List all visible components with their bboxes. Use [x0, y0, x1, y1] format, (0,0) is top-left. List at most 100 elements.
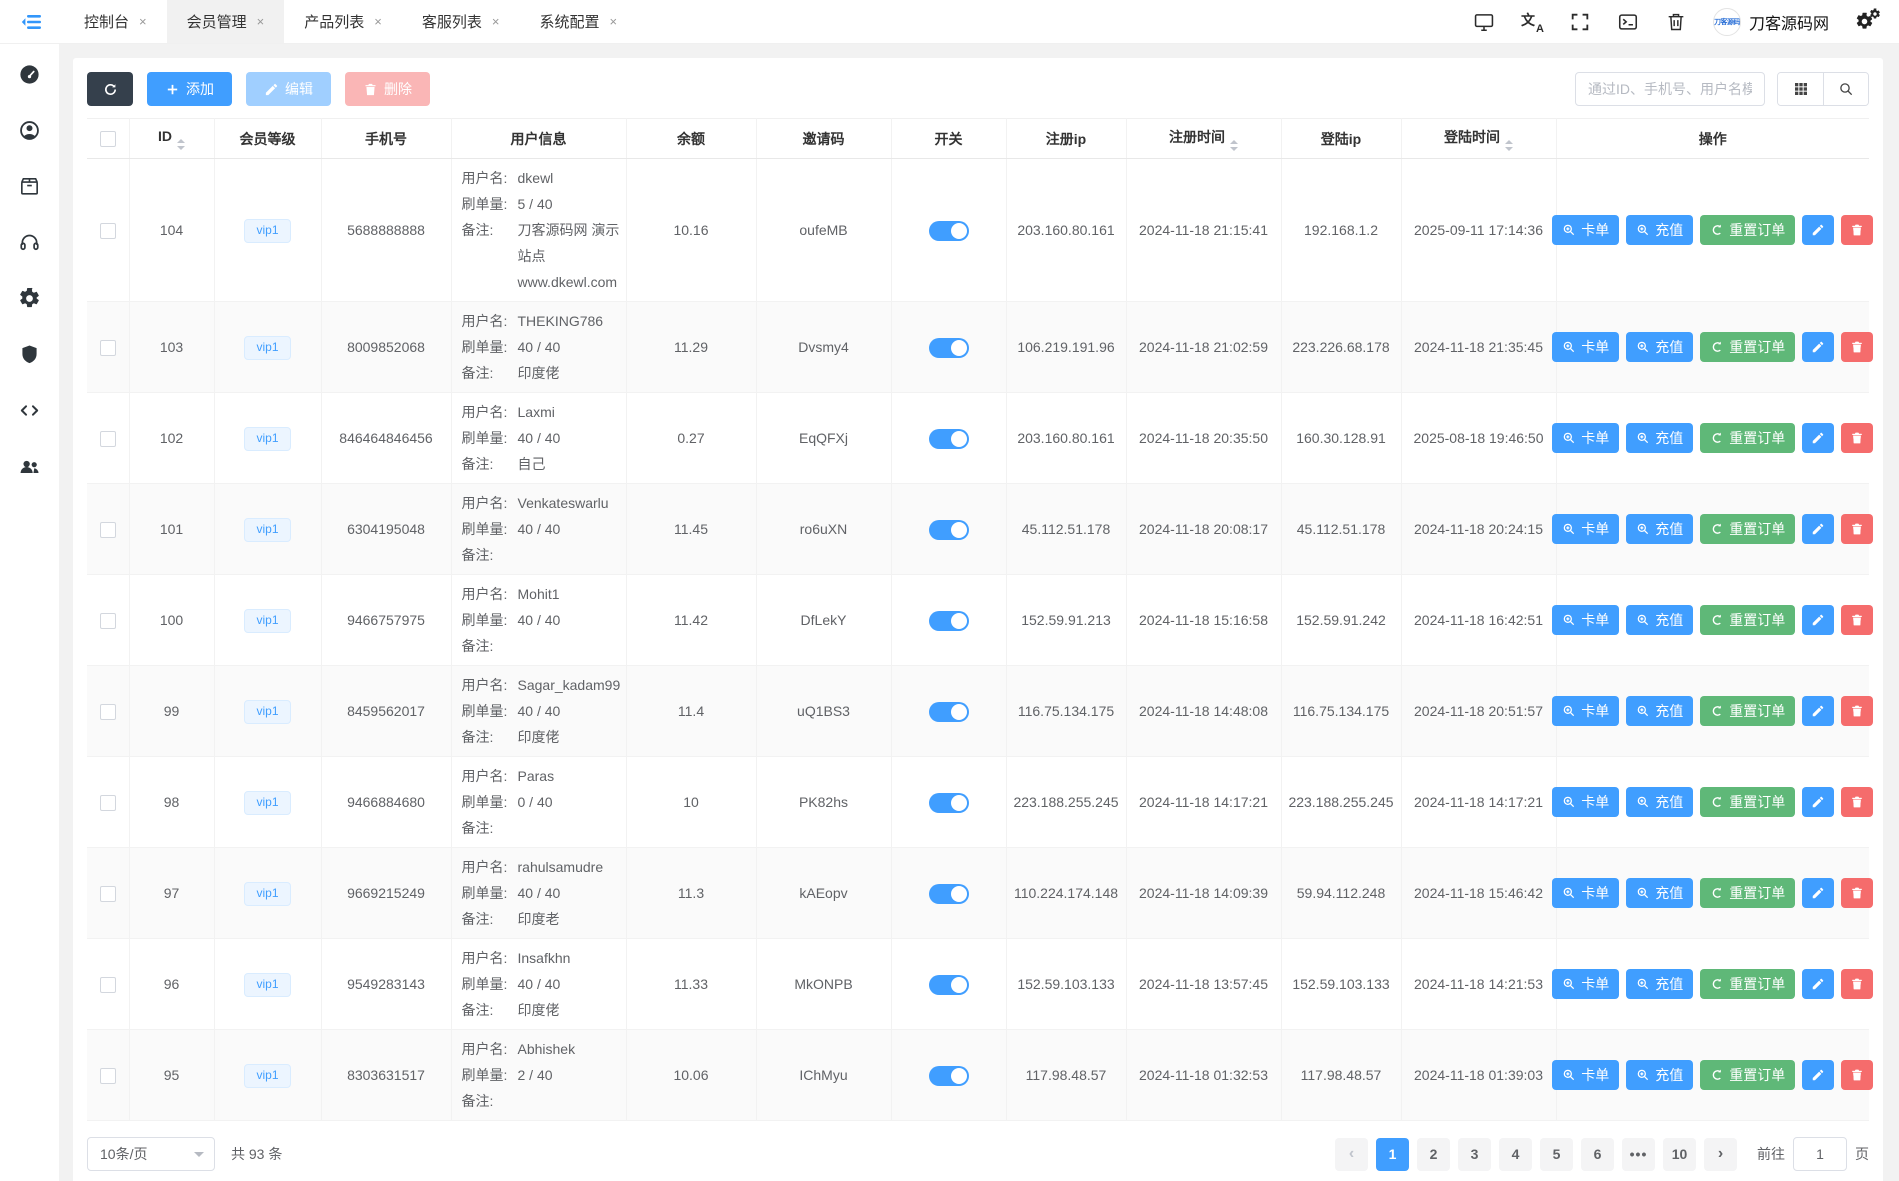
tab-item[interactable]: 会员管理×	[167, 0, 285, 43]
tab-close-icon[interactable]: ×	[374, 15, 382, 28]
search-input[interactable]	[1575, 72, 1765, 106]
row-checkbox[interactable]	[100, 1068, 116, 1084]
page-button[interactable]: 4	[1499, 1138, 1532, 1171]
row-checkbox[interactable]	[100, 795, 116, 811]
edit-row-button[interactable]	[1802, 1060, 1834, 1090]
card-order-button[interactable]: 卡单	[1552, 605, 1619, 635]
delete-button-disabled[interactable]: 删除	[345, 72, 430, 106]
recharge-button[interactable]: 充值	[1626, 605, 1693, 635]
delete-row-button[interactable]	[1841, 878, 1873, 908]
support-icon[interactable]	[10, 226, 50, 258]
reset-orders-button[interactable]: 重置订单	[1700, 1060, 1795, 1090]
status-toggle[interactable]	[929, 611, 969, 631]
reset-orders-button[interactable]: 重置订单	[1700, 215, 1795, 245]
page-ellipsis[interactable]: •••	[1622, 1138, 1655, 1171]
recharge-button[interactable]: 充值	[1626, 787, 1693, 817]
delete-row-button[interactable]	[1841, 514, 1873, 544]
code-icon[interactable]	[10, 394, 50, 426]
next-page-button[interactable]: ›	[1704, 1138, 1737, 1171]
member-icon[interactable]	[10, 114, 50, 146]
refresh-button[interactable]	[87, 72, 133, 106]
edit-row-button[interactable]	[1802, 878, 1834, 908]
row-checkbox[interactable]	[100, 340, 116, 356]
reset-orders-button[interactable]: 重置订单	[1700, 605, 1795, 635]
card-order-button[interactable]: 卡单	[1552, 215, 1619, 245]
sort-icon[interactable]	[1230, 140, 1238, 151]
recharge-button[interactable]: 充值	[1626, 1060, 1693, 1090]
edit-button-disabled[interactable]: 编辑	[246, 72, 331, 106]
settings-gears-icon[interactable]	[1855, 10, 1881, 34]
delete-row-button[interactable]	[1841, 969, 1873, 999]
edit-row-button[interactable]	[1802, 423, 1834, 453]
status-toggle[interactable]	[929, 429, 969, 449]
page-button[interactable]: 1	[1376, 1138, 1409, 1171]
tab-close-icon[interactable]: ×	[139, 15, 147, 28]
card-order-button[interactable]: 卡单	[1552, 514, 1619, 544]
status-toggle[interactable]	[929, 884, 969, 904]
row-checkbox[interactable]	[100, 431, 116, 447]
status-toggle[interactable]	[929, 338, 969, 358]
card-order-button[interactable]: 卡单	[1552, 969, 1619, 999]
columns-grid-button[interactable]	[1778, 73, 1823, 105]
prev-page-button[interactable]: ‹	[1335, 1138, 1368, 1171]
page-button[interactable]: 5	[1540, 1138, 1573, 1171]
tab-close-icon[interactable]: ×	[257, 15, 265, 28]
brand[interactable]: 刀客源码 刀客源码网	[1713, 8, 1829, 36]
recharge-button[interactable]: 充值	[1626, 514, 1693, 544]
card-order-button[interactable]: 卡单	[1552, 332, 1619, 362]
delete-row-button[interactable]	[1841, 423, 1873, 453]
card-order-button[interactable]: 卡单	[1552, 423, 1619, 453]
delete-row-button[interactable]	[1841, 787, 1873, 817]
page-button[interactable]: 2	[1417, 1138, 1450, 1171]
recharge-button[interactable]: 充值	[1626, 215, 1693, 245]
delete-row-button[interactable]	[1841, 605, 1873, 635]
row-checkbox[interactable]	[100, 704, 116, 720]
select-all-checkbox[interactable]	[100, 131, 116, 147]
recharge-button[interactable]: 充值	[1626, 969, 1693, 999]
card-order-button[interactable]: 卡单	[1552, 696, 1619, 726]
recharge-button[interactable]: 充值	[1626, 332, 1693, 362]
status-toggle[interactable]	[929, 520, 969, 540]
recharge-button[interactable]: 充值	[1626, 696, 1693, 726]
row-checkbox[interactable]	[100, 886, 116, 902]
delete-row-button[interactable]	[1841, 332, 1873, 362]
edit-row-button[interactable]	[1802, 514, 1834, 544]
status-toggle[interactable]	[929, 975, 969, 995]
reset-orders-button[interactable]: 重置订单	[1700, 332, 1795, 362]
reset-orders-button[interactable]: 重置订单	[1700, 514, 1795, 544]
edit-row-button[interactable]	[1802, 969, 1834, 999]
tab-close-icon[interactable]: ×	[609, 15, 617, 28]
product-icon[interactable]	[10, 170, 50, 202]
fullscreen-icon[interactable]	[1569, 11, 1591, 33]
edit-row-button[interactable]	[1802, 696, 1834, 726]
edit-row-button[interactable]	[1802, 215, 1834, 245]
row-checkbox[interactable]	[100, 522, 116, 538]
settings-icon[interactable]	[10, 282, 50, 314]
page-button[interactable]: 10	[1663, 1138, 1696, 1171]
delete-row-button[interactable]	[1841, 215, 1873, 245]
card-order-button[interactable]: 卡单	[1552, 1060, 1619, 1090]
sort-icon[interactable]	[177, 139, 185, 150]
delete-row-button[interactable]	[1841, 696, 1873, 726]
reset-orders-button[interactable]: 重置订单	[1700, 696, 1795, 726]
reset-orders-button[interactable]: 重置订单	[1700, 423, 1795, 453]
page-size-select[interactable]: 10条/页	[87, 1137, 215, 1171]
card-order-button[interactable]: 卡单	[1552, 787, 1619, 817]
edit-row-button[interactable]	[1802, 787, 1834, 817]
security-icon[interactable]	[10, 338, 50, 370]
search-button[interactable]	[1823, 73, 1868, 105]
status-toggle[interactable]	[929, 793, 969, 813]
users-icon[interactable]	[10, 450, 50, 482]
tab-item[interactable]: 产品列表×	[284, 0, 402, 43]
status-toggle[interactable]	[929, 1066, 969, 1086]
tab-item[interactable]: 客服列表×	[402, 0, 520, 43]
recharge-button[interactable]: 充值	[1626, 423, 1693, 453]
page-button[interactable]: 6	[1581, 1138, 1614, 1171]
sidebar-collapse-icon[interactable]	[0, 0, 64, 43]
row-checkbox[interactable]	[100, 977, 116, 993]
delete-row-button[interactable]	[1841, 1060, 1873, 1090]
tab-item[interactable]: 控制台×	[64, 0, 167, 43]
add-button[interactable]: 添加	[147, 72, 232, 106]
reset-orders-button[interactable]: 重置订单	[1700, 969, 1795, 999]
reset-orders-button[interactable]: 重置订单	[1700, 787, 1795, 817]
